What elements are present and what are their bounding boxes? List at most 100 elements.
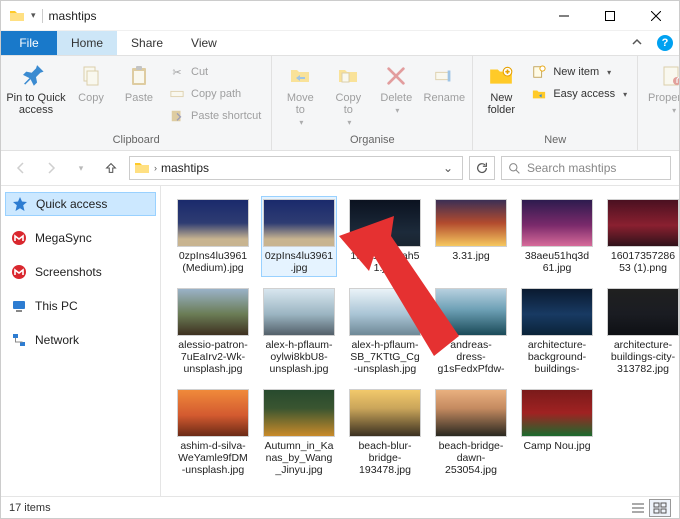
copy-icon bbox=[76, 62, 106, 90]
ribbon-title-organise: Organise bbox=[278, 134, 466, 150]
sidebar-item-megasync[interactable]: MegaSync bbox=[5, 226, 156, 250]
copy-to-button[interactable]: Copy to ▾ bbox=[326, 60, 370, 129]
file-name: alex-h-pflaum-oylwi8kbU8-unsplash.jpg bbox=[264, 339, 334, 375]
mega-icon bbox=[11, 230, 27, 246]
file-thumbnail bbox=[521, 288, 593, 336]
file-item[interactable]: architecture-buildings-city-313782.jpg bbox=[605, 285, 679, 378]
file-thumbnail bbox=[607, 288, 679, 336]
nav-history-button[interactable]: ▾ bbox=[69, 156, 93, 180]
sidebar-item-quick-access[interactable]: Quick access bbox=[5, 192, 156, 216]
file-item[interactable]: 38aeu51hq3d61.jpg bbox=[519, 196, 595, 277]
search-box[interactable]: Search mashtips bbox=[501, 156, 671, 180]
file-name: Autumn_in_Kanas_by_Wang_Jinyu.jpg bbox=[264, 440, 334, 476]
status-bar: 17 items bbox=[1, 496, 679, 518]
tab-file[interactable]: File bbox=[1, 31, 57, 55]
move-to-icon bbox=[285, 62, 315, 90]
chevron-down-icon: ▾ bbox=[623, 90, 627, 99]
chevron-down-icon: ▾ bbox=[347, 118, 351, 127]
new-folder-button[interactable]: New folder bbox=[479, 60, 523, 118]
sidebar-item-screenshots[interactable]: Screenshots bbox=[5, 260, 156, 284]
explorer-body: Quick access MegaSync Screenshots This P… bbox=[1, 185, 679, 496]
copy-path-button[interactable]: Copy path bbox=[165, 84, 265, 104]
file-item[interactable]: 3.31.jpg bbox=[433, 196, 509, 277]
file-item[interactable]: beach-blur-bridge-193478.jpg bbox=[347, 386, 423, 479]
refresh-button[interactable] bbox=[469, 156, 495, 180]
file-thumbnail bbox=[435, 389, 507, 437]
thumbnails-view-button[interactable] bbox=[649, 499, 671, 517]
file-name: andreas-dress-g1sFedxPfdw-unsplash.jpg bbox=[436, 339, 506, 375]
breadcrumb-location[interactable]: mashtips bbox=[161, 161, 209, 175]
tab-home[interactable]: Home bbox=[57, 31, 117, 55]
file-item[interactable]: 0zpIns4lu3961.jpg bbox=[261, 196, 337, 277]
file-thumbnail bbox=[349, 288, 421, 336]
file-item[interactable]: Camp Nou.jpg bbox=[519, 386, 595, 479]
network-icon bbox=[11, 332, 27, 348]
folder-icon bbox=[134, 160, 150, 176]
chevron-right-icon[interactable]: › bbox=[154, 163, 157, 173]
file-thumbnail bbox=[607, 199, 679, 247]
pin-icon bbox=[21, 62, 51, 90]
rename-icon bbox=[429, 62, 459, 90]
file-item[interactable]: alex-h-pflaum-SB_7KTtG_Cg-unsplash.jpg bbox=[347, 285, 423, 378]
file-name: beach-blur-bridge-193478.jpg bbox=[350, 440, 420, 476]
move-to-button[interactable]: Move to ▾ bbox=[278, 60, 322, 129]
file-list[interactable]: 0zpIns4lu3961 (Medium).jpg0zpIns4lu3961.… bbox=[161, 186, 679, 496]
delete-button[interactable]: Delete ▾ bbox=[374, 60, 418, 117]
close-button[interactable] bbox=[633, 1, 679, 31]
paste-button[interactable]: Paste bbox=[117, 60, 161, 106]
file-item[interactable]: Autumn_in_Kanas_by_Wang_Jinyu.jpg bbox=[261, 386, 337, 479]
easy-access-icon bbox=[531, 86, 547, 102]
new-item-button[interactable]: New item ▾ bbox=[527, 62, 631, 82]
pin-to-quick-access-button[interactable]: Pin to Quick access bbox=[7, 60, 65, 118]
file-item[interactable]: ashim-d-silva-WeYamle9fDM-unsplash.jpg bbox=[175, 386, 251, 479]
file-thumbnail bbox=[263, 288, 335, 336]
file-item[interactable]: alessio-patron-7uEaIrv2-Wk-unsplash.jpg bbox=[175, 285, 251, 378]
file-item[interactable]: alex-h-pflaum-oylwi8kbU8-unsplash.jpg bbox=[261, 285, 337, 378]
address-dropdown-button[interactable]: ⌄ bbox=[438, 161, 458, 175]
file-item[interactable]: 0zpIns4lu3961 (Medium).jpg bbox=[175, 196, 251, 277]
nav-forward-button[interactable] bbox=[39, 156, 63, 180]
easy-access-button[interactable]: Easy access ▾ bbox=[527, 84, 631, 104]
file-thumbnail bbox=[435, 199, 507, 247]
file-thumbnail bbox=[263, 199, 335, 247]
minimize-button[interactable] bbox=[541, 1, 587, 31]
qa-dropdown-icon[interactable]: ▾ bbox=[31, 10, 36, 21]
file-item[interactable]: beach-bridge-dawn-253054.jpg bbox=[433, 386, 509, 479]
folder-icon bbox=[9, 8, 25, 24]
search-icon bbox=[508, 162, 521, 175]
sidebar-item-network[interactable]: Network bbox=[5, 328, 156, 352]
help-icon: ? bbox=[657, 35, 673, 51]
tab-view[interactable]: View bbox=[177, 31, 231, 55]
nav-up-button[interactable] bbox=[99, 156, 123, 180]
sidebar-item-this-pc[interactable]: This PC bbox=[5, 294, 156, 318]
address-bar[interactable]: › mashtips ⌄ bbox=[129, 156, 463, 180]
rename-button[interactable]: Rename bbox=[422, 60, 466, 106]
address-bar-row: ▾ › mashtips ⌄ Search mashtips bbox=[1, 151, 679, 185]
file-name: alex-h-pflaum-SB_7KTtG_Cg-unsplash.jpg bbox=[350, 339, 420, 375]
file-thumbnail bbox=[521, 199, 593, 247]
paste-icon bbox=[124, 62, 154, 90]
file-name: architecture-background-buildings-218983… bbox=[522, 339, 592, 375]
ribbon-title-clipboard: Clipboard bbox=[7, 134, 265, 150]
nav-back-button[interactable] bbox=[9, 156, 33, 180]
details-view-button[interactable] bbox=[627, 499, 649, 517]
tab-share[interactable]: Share bbox=[117, 31, 177, 55]
maximize-button[interactable] bbox=[587, 1, 633, 31]
copy-button[interactable]: Copy bbox=[69, 60, 113, 106]
paste-shortcut-button[interactable]: Paste shortcut bbox=[165, 106, 265, 126]
file-item[interactable]: 1s6v1ee75ah51.jpg bbox=[347, 196, 423, 277]
cut-button[interactable]: ✂ Cut bbox=[165, 62, 265, 82]
file-item[interactable]: andreas-dress-g1sFedxPfdw-unsplash.jpg bbox=[433, 285, 509, 378]
file-thumbnail bbox=[349, 199, 421, 247]
ribbon-collapse-button[interactable] bbox=[623, 31, 651, 55]
file-name: beach-bridge-dawn-253054.jpg bbox=[436, 440, 506, 476]
file-item[interactable]: architecture-background-buildings-218983… bbox=[519, 285, 595, 378]
chevron-down-icon: ▾ bbox=[607, 68, 611, 77]
file-name: ashim-d-silva-WeYamle9fDM-unsplash.jpg bbox=[178, 440, 248, 476]
help-button[interactable]: ? bbox=[651, 31, 679, 55]
ribbon-group-new: New folder New item ▾ Easy access ▾ bbox=[473, 56, 638, 150]
properties-button[interactable]: Properties ▾ bbox=[644, 60, 679, 117]
ribbon-group-open: Properties ▾ Open ▾ Edit bbox=[638, 56, 679, 150]
file-item[interactable]: 1601735728653 (1).png bbox=[605, 196, 679, 277]
ribbon-tabs: File Home Share View ? bbox=[1, 31, 679, 55]
